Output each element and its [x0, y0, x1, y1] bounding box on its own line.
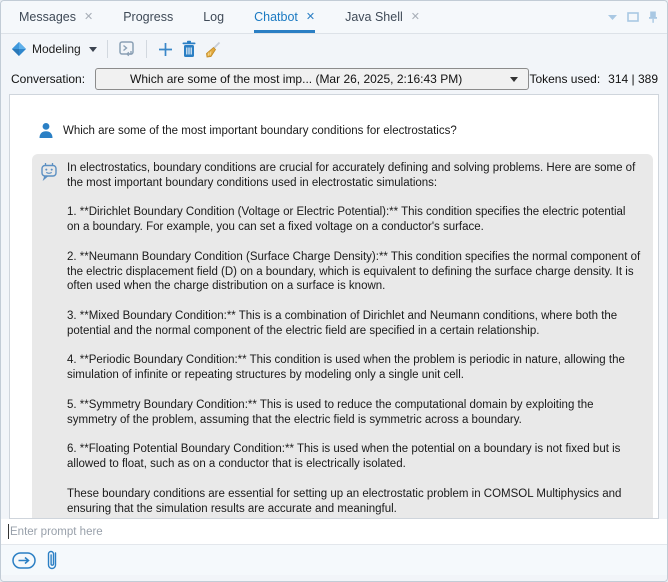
chevron-down-icon [89, 47, 97, 52]
conversation-selected-value: Which are some of the most imp... (Mar 2… [130, 72, 510, 86]
tokens-used-label: Tokens used: [529, 72, 600, 86]
tab-label: Log [203, 10, 224, 24]
close-icon[interactable]: ✕ [411, 11, 420, 23]
bot-message-bubble: In electrostatics, boundary conditions a… [32, 154, 653, 519]
tab-chatbot[interactable]: Chatbot ✕ [254, 1, 315, 33]
delete-conversation-icon [181, 40, 197, 58]
modeling-diamond-icon [11, 41, 27, 57]
new-conversation-button[interactable] [157, 41, 174, 58]
tokens-used-value: 314 | 389 [608, 72, 658, 86]
user-message-row: Which are some of the most important bou… [10, 95, 658, 139]
new-conversation-icon [157, 41, 174, 58]
bot-paragraph: 4. **Periodic Boundary Condition:** This… [67, 353, 641, 382]
conversation-label: Conversation: [11, 72, 85, 86]
insert-code-icon [118, 40, 136, 58]
user-message-text: Which are some of the most important bou… [63, 122, 457, 139]
clear-conversation-button[interactable] [204, 40, 222, 58]
tab-log[interactable]: Log [203, 1, 224, 33]
tab-label: Messages [19, 10, 76, 24]
bottom-margin [1, 575, 667, 581]
tab-label: Java Shell [345, 10, 403, 24]
chevron-down-icon [510, 77, 518, 82]
conversation-row: Conversation: Which are some of the most… [1, 64, 667, 94]
toolbar-separator [107, 40, 108, 58]
minimize-panel-icon[interactable] [607, 14, 618, 21]
user-avatar-icon [38, 122, 54, 139]
tab-messages[interactable]: Messages ✕ [19, 1, 93, 33]
bot-paragraph: 2. **Neumann Boundary Condition (Surface… [67, 250, 641, 294]
conversation-select[interactable]: Which are some of the most imp... (Mar 2… [95, 68, 529, 90]
chat-transcript[interactable]: Which are some of the most important bou… [9, 94, 659, 519]
tab-label: Chatbot [254, 10, 298, 24]
bot-paragraph: 3. **Mixed Boundary Condition:** This is… [67, 309, 641, 338]
bot-paragraph: 5. **Symmetry Boundary Condition:** This… [67, 398, 641, 427]
close-icon[interactable]: ✕ [84, 11, 93, 23]
composer-actions [1, 545, 667, 575]
text-caret [8, 524, 9, 539]
clear-conversation-icon [204, 40, 222, 58]
bot-paragraph: 6. **Floating Potential Boundary Conditi… [67, 442, 641, 471]
bot-paragraph: 1. **Dirichlet Boundary Condition (Volta… [67, 205, 641, 234]
delete-conversation-button[interactable] [181, 40, 197, 58]
pin-panel-icon[interactable] [648, 11, 658, 23]
prompt-placeholder: Enter prompt here [10, 526, 103, 538]
panel-tab-bar: Messages ✕ Progress Log Chatbot ✕ Java S… [1, 1, 667, 34]
toolbar-separator [146, 40, 147, 58]
bot-message-text: In electrostatics, boundary conditions a… [67, 161, 641, 516]
tab-label: Progress [123, 10, 173, 24]
bot-paragraph: In electrostatics, boundary conditions a… [67, 161, 641, 190]
tab-progress[interactable]: Progress [123, 1, 173, 33]
panel-window-controls [607, 1, 667, 33]
prompt-input[interactable]: Enter prompt here [1, 519, 667, 545]
chatbot-panel-window: Messages ✕ Progress Log Chatbot ✕ Java S… [0, 0, 668, 582]
send-button[interactable] [12, 552, 36, 569]
bot-paragraph: These boundary conditions are essential … [67, 487, 641, 516]
tokens-used: Tokens used: 314 | 389 [529, 72, 658, 86]
chatbot-toolbar: Modeling [1, 34, 667, 64]
close-icon[interactable]: ✕ [306, 11, 315, 23]
modeling-mode-button[interactable]: Modeling [11, 41, 97, 57]
insert-code-button[interactable] [118, 40, 136, 58]
tab-java-shell[interactable]: Java Shell ✕ [345, 1, 420, 33]
modeling-mode-label: Modeling [32, 42, 81, 56]
chatbot-avatar-icon [39, 161, 59, 181]
maximize-panel-icon[interactable] [627, 12, 639, 22]
attach-file-button[interactable] [46, 548, 58, 572]
